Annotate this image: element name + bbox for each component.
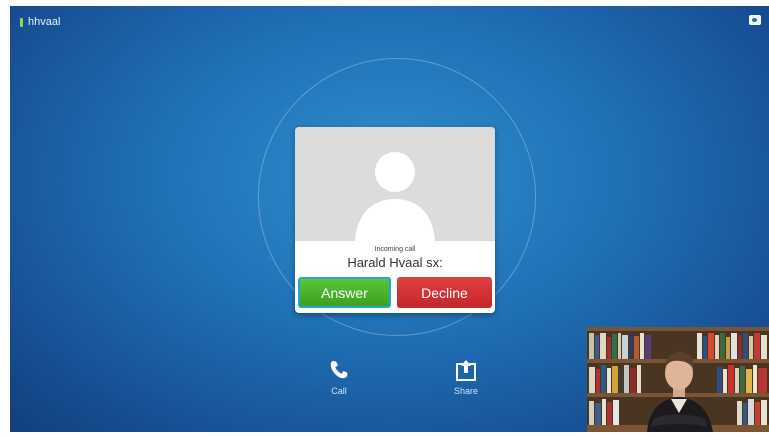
share-icon — [456, 360, 476, 381]
person-silhouette-icon — [355, 152, 435, 241]
status-indicator: hhvaal — [20, 16, 60, 28]
selfview-toggle-icon[interactable] — [749, 15, 761, 25]
share-label: Share — [453, 386, 479, 396]
presence-indicator-icon — [20, 17, 23, 27]
username-label: hhvaal — [28, 16, 61, 28]
share-button[interactable]: Share — [436, 358, 496, 396]
selfview-image — [587, 327, 769, 432]
decline-button[interactable]: Decline — [397, 277, 492, 308]
answer-button[interactable]: Answer — [298, 277, 391, 308]
incoming-call-label: Incoming call — [374, 246, 416, 253]
incoming-call-dialog: Incoming call Harald Hvaal sx: Answer De… — [295, 127, 495, 313]
call-button[interactable]: Call — [309, 358, 369, 396]
selfview-video[interactable] — [587, 327, 769, 432]
call-label: Call — [331, 386, 347, 396]
video-endpoint-screen: hhvaal Incoming call Harald Hvaal sx: An… — [10, 6, 769, 432]
phone-icon — [330, 360, 348, 379]
caller-name: Harald Hvaal sx: — [347, 255, 443, 270]
caller-avatar — [295, 127, 495, 241]
